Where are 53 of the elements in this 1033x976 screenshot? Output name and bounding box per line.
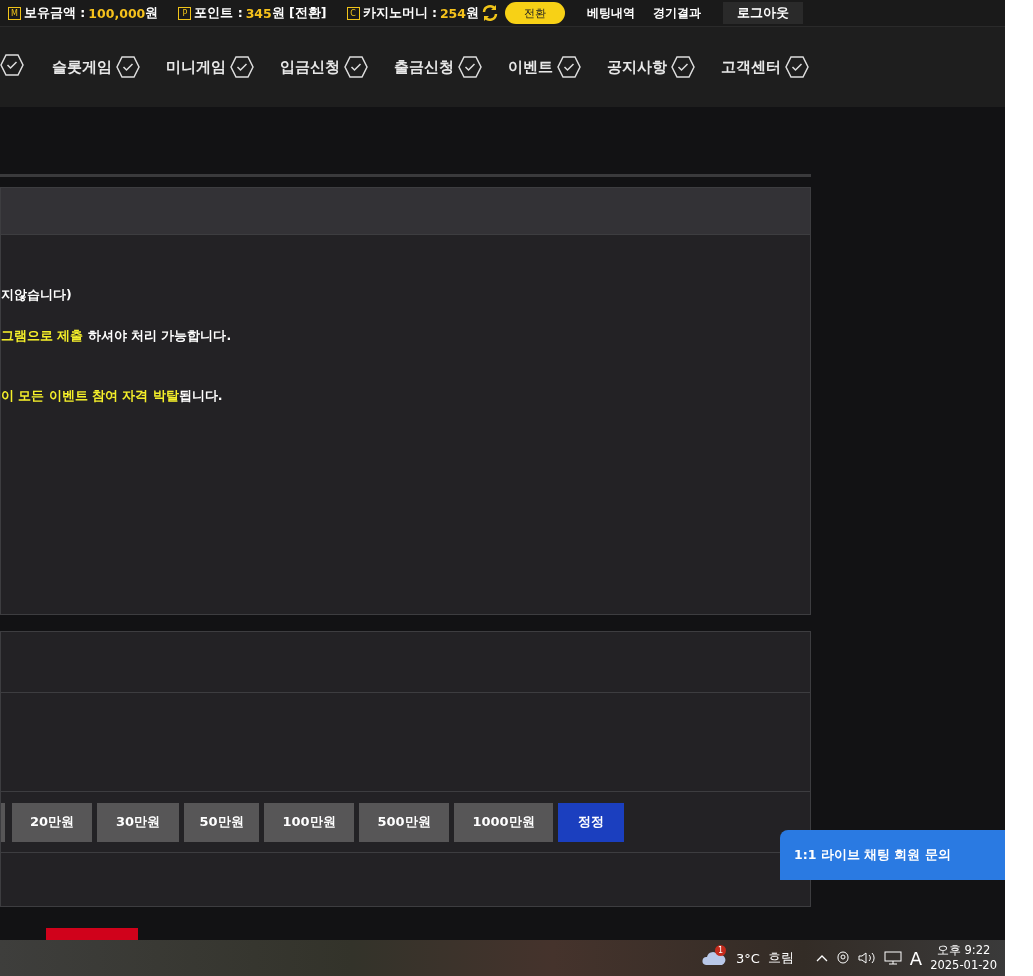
- check-icon: [230, 56, 254, 78]
- amount-button[interactable]: 30만원: [97, 802, 179, 842]
- check-icon: [785, 56, 809, 78]
- nav-item[interactable]: 공지사항: [607, 57, 667, 77]
- chevron-up-icon[interactable]: [815, 953, 828, 963]
- balance-unit: 원: [145, 4, 159, 22]
- input-method-indicator[interactable]: A: [909, 947, 923, 969]
- reset-button[interactable]: 정정: [558, 802, 624, 842]
- balance-unit: 원 [전환]: [271, 4, 327, 22]
- balance-label: 보유금액 :: [24, 4, 86, 22]
- nav-item[interactable]: 미니게임: [166, 57, 226, 77]
- logout-button[interactable]: 로그아웃: [723, 2, 803, 24]
- notice-text: 그램으로 제출 하셔야 처리 가능합니다.: [1, 328, 233, 345]
- check-icon: [458, 56, 482, 78]
- check-icon: [344, 56, 368, 78]
- balance-label: 포인트 :: [194, 4, 243, 22]
- refresh-icon[interactable]: [481, 4, 499, 22]
- nav-item[interactable]: 출금신청: [394, 57, 454, 77]
- top-link[interactable]: 경기결과: [653, 4, 701, 22]
- check-icon: [0, 54, 24, 76]
- notice-text: 지않습니다): [1, 287, 73, 304]
- notification-badge: 1: [714, 945, 726, 956]
- check-icon: [671, 56, 695, 78]
- check-icon: [116, 56, 140, 78]
- weather-text: 흐림: [767, 949, 794, 967]
- balance-value: 254: [439, 5, 466, 21]
- clock-date[interactable]: 2025-01-20: [930, 958, 997, 973]
- check-icon: [557, 56, 581, 78]
- nav-item[interactable]: 입금신청: [280, 57, 340, 77]
- amount-button[interactable]: 50만원: [184, 802, 259, 842]
- balance-unit: 원: [466, 4, 479, 22]
- network-icon[interactable]: [883, 950, 902, 966]
- amount-button[interactable]: 500만원: [359, 802, 449, 842]
- clock-time[interactable]: 오후 9:22: [936, 943, 991, 958]
- camera-icon[interactable]: [835, 950, 850, 966]
- top-link[interactable]: 베팅내역: [587, 4, 635, 22]
- temperature: 3°C: [735, 950, 760, 966]
- amount-button[interactable]: 20만원: [12, 802, 92, 842]
- coin-icon: M: [8, 6, 21, 20]
- nav-item[interactable]: 고객센터: [721, 57, 781, 77]
- balance-value: 100,000: [88, 5, 146, 21]
- convert-button[interactable]: 전환: [505, 2, 565, 24]
- balance-value: 345: [245, 5, 272, 21]
- coin-icon: C: [346, 6, 360, 20]
- notice-text: 이 모든 이벤트 참여 자격 박탈됩니다.: [1, 388, 224, 405]
- amount-button[interactable]: 1000만원: [454, 802, 553, 842]
- speaker-icon[interactable]: [857, 951, 876, 965]
- balance-label: 카지노머니 :: [362, 4, 437, 22]
- nav-item[interactable]: 슬롯게임: [52, 57, 112, 77]
- live-chat-button[interactable]: 1:1 라이브 채팅 회원 문의: [780, 830, 1005, 880]
- nav-item[interactable]: 이벤트: [508, 57, 553, 77]
- coin-icon: P: [178, 6, 192, 20]
- amount-button[interactable]: 100만원: [264, 802, 354, 842]
